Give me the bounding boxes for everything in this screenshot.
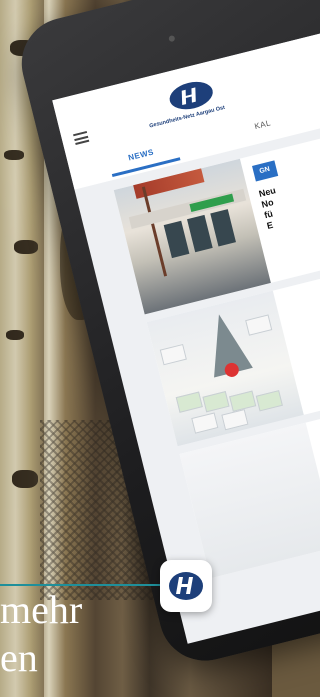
category-badge: GN — [252, 160, 278, 182]
headline-line2: en — [0, 635, 38, 680]
headline-line1: mehr — [0, 587, 83, 632]
active-tab-indicator — [111, 157, 181, 178]
tab-news[interactable]: NEWS — [127, 147, 154, 162]
menu-icon[interactable] — [73, 130, 90, 146]
phone-speaker — [168, 34, 176, 43]
tab-kalender[interactable]: KAL — [254, 118, 272, 131]
news-thumbnail — [179, 422, 320, 579]
news-thumbnail-store — [113, 158, 271, 315]
app-icon — [160, 560, 212, 612]
accent-rule — [0, 584, 170, 586]
news-thumbnail-christmas — [146, 290, 304, 447]
